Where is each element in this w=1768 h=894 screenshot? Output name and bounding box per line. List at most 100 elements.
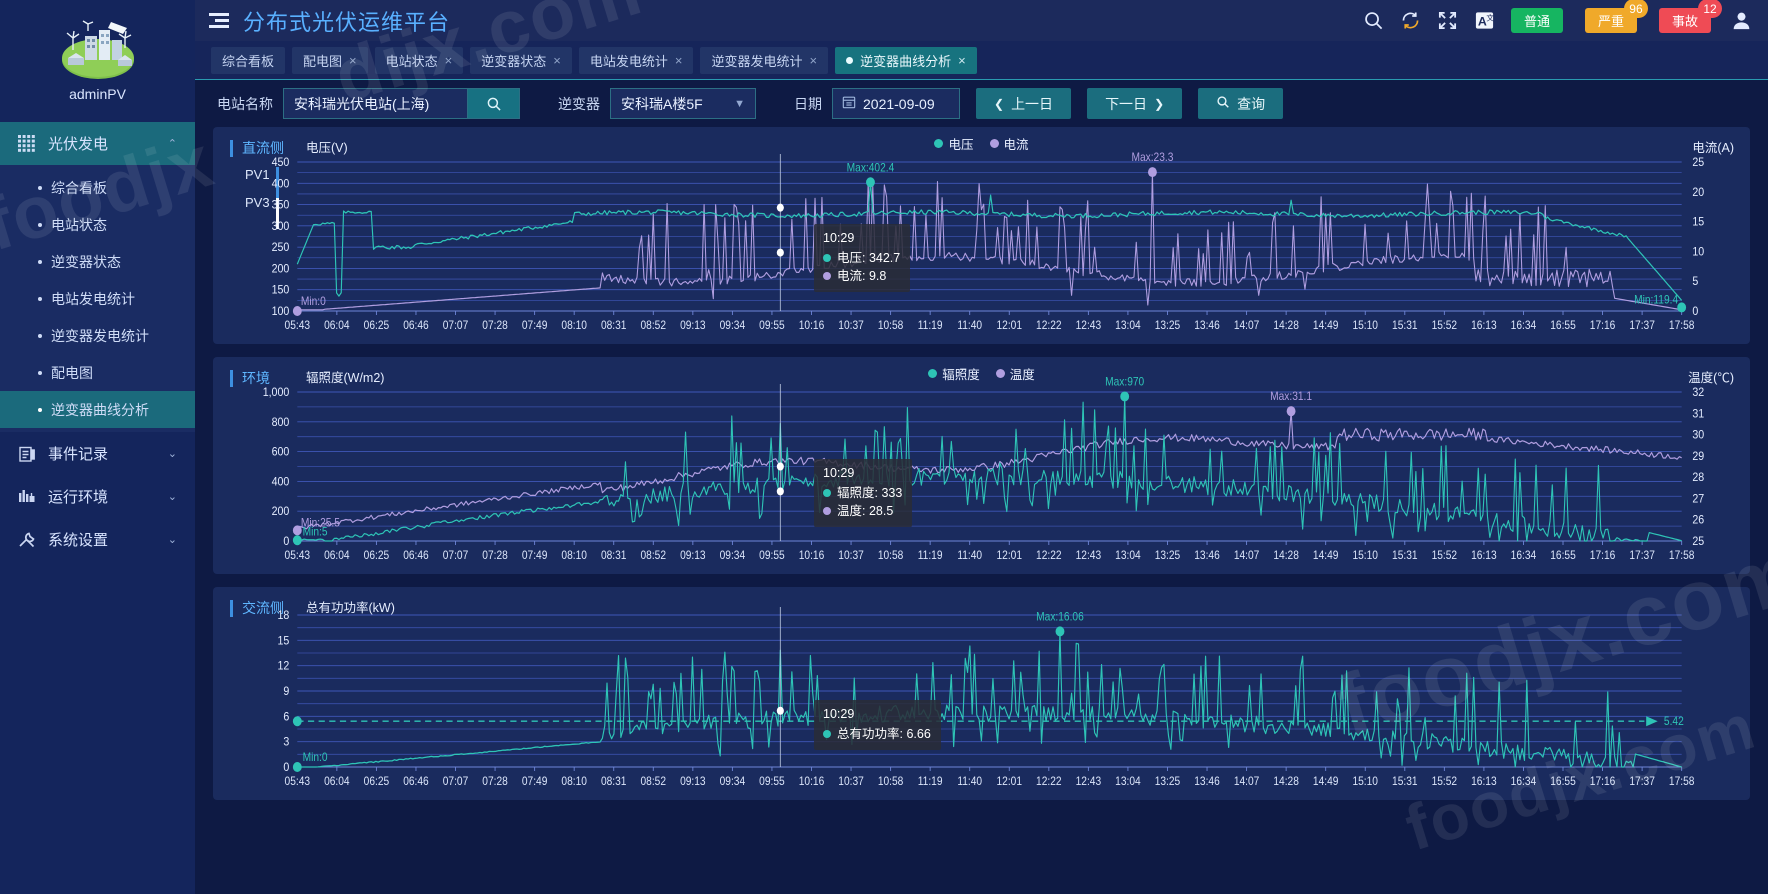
fullscreen-icon[interactable] bbox=[1437, 10, 1458, 31]
next-day-button[interactable]: 下一日 ❯ bbox=[1087, 88, 1183, 119]
status-pill-0[interactable]: 普通 bbox=[1510, 8, 1563, 33]
date-input[interactable]: 2021-09-09 bbox=[832, 88, 960, 119]
close-icon[interactable]: × bbox=[958, 54, 966, 67]
close-icon[interactable]: × bbox=[445, 54, 453, 67]
tab-5[interactable]: 逆变器发电统计 × bbox=[700, 46, 829, 74]
svg-text:13:46: 13:46 bbox=[1194, 549, 1220, 562]
close-icon[interactable]: × bbox=[809, 54, 817, 67]
svg-text:0: 0 bbox=[283, 535, 289, 548]
svg-text:400: 400 bbox=[272, 476, 290, 489]
user-avatar-icon[interactable] bbox=[1731, 10, 1752, 31]
svg-text:9: 9 bbox=[283, 685, 289, 698]
sidebar-item-3[interactable]: 电站发电统计 bbox=[0, 280, 195, 317]
sidebar-item-1[interactable]: 电站状态 bbox=[0, 206, 195, 243]
sidebar-item-6[interactable]: 逆变器曲线分析 bbox=[0, 391, 195, 428]
bullet-icon bbox=[38, 185, 42, 190]
svg-text:Min:0: Min:0 bbox=[303, 751, 328, 764]
svg-text:16:13: 16:13 bbox=[1471, 549, 1497, 562]
sidebar-item-5[interactable]: 配电图 bbox=[0, 354, 195, 391]
hamburger-icon[interactable] bbox=[209, 13, 229, 28]
svg-text:13:04: 13:04 bbox=[1115, 775, 1141, 788]
svg-text:28: 28 bbox=[1692, 472, 1704, 485]
svg-text:17:58: 17:58 bbox=[1669, 319, 1695, 332]
tab-3[interactable]: 逆变器状态 × bbox=[470, 46, 572, 74]
search-icon[interactable] bbox=[1363, 10, 1384, 31]
sidebar-group-3[interactable]: 系统设置 ⌄ bbox=[0, 518, 195, 561]
sidebar-item-4[interactable]: 逆变器发电统计 bbox=[0, 317, 195, 354]
close-icon[interactable]: × bbox=[553, 54, 561, 67]
tab-1[interactable]: 配电图 × bbox=[292, 46, 368, 74]
translate-icon[interactable]: A 文 bbox=[1474, 10, 1495, 31]
svg-text:16:55: 16:55 bbox=[1550, 319, 1576, 332]
svg-text:08:10: 08:10 bbox=[561, 319, 587, 332]
svg-text:07:49: 07:49 bbox=[522, 319, 548, 332]
svg-text:16:55: 16:55 bbox=[1550, 775, 1576, 788]
page-title: 分布式光伏运维平台 bbox=[243, 9, 451, 35]
tab-2[interactable]: 电站状态 × bbox=[374, 46, 464, 74]
status-badge: 96 bbox=[1623, 0, 1648, 18]
tabbar: 综合看板 配电图 × 电站状态 × 逆变器状态 × 电站发电统计 × 逆变器发电统计 × 逆变器曲线分… bbox=[195, 41, 1768, 80]
status-pill-1[interactable]: 严重 96 bbox=[1584, 0, 1648, 33]
svg-text:16:55: 16:55 bbox=[1550, 549, 1576, 562]
refresh-icon[interactable] bbox=[1400, 10, 1421, 31]
tab-0[interactable]: 综合看板 bbox=[211, 46, 286, 74]
svg-text:0: 0 bbox=[1692, 305, 1698, 318]
svg-text:12:01: 12:01 bbox=[997, 549, 1023, 562]
station-input[interactable] bbox=[283, 88, 468, 119]
svg-text:12:01: 12:01 bbox=[997, 319, 1023, 332]
svg-text:12:22: 12:22 bbox=[1036, 549, 1062, 562]
brand-name: adminPV bbox=[69, 86, 126, 102]
next-day-label: 下一日 bbox=[1105, 95, 1148, 112]
sidebar-item-2[interactable]: 逆变器状态 bbox=[0, 243, 195, 280]
svg-text:17:16: 17:16 bbox=[1590, 775, 1616, 788]
svg-text:300: 300 bbox=[272, 220, 290, 233]
bullet-icon bbox=[38, 333, 42, 338]
topbar-actions: A 文 普通 严重 96 事故 12 bbox=[1363, 0, 1752, 33]
sidebar-group-2[interactable]: 运行环境 ⌄ bbox=[0, 475, 195, 518]
svg-text:14:28: 14:28 bbox=[1273, 319, 1299, 332]
svg-text:26: 26 bbox=[1692, 514, 1704, 527]
close-icon[interactable]: × bbox=[349, 54, 357, 67]
svg-text:12:22: 12:22 bbox=[1036, 319, 1062, 332]
svg-text:10:58: 10:58 bbox=[878, 775, 904, 788]
status-pill-2[interactable]: 事故 12 bbox=[1658, 0, 1722, 33]
svg-text:18: 18 bbox=[277, 609, 289, 622]
prev-day-button[interactable]: ❮ 上一日 bbox=[976, 88, 1072, 119]
svg-text:14:07: 14:07 bbox=[1234, 319, 1260, 332]
svg-text:30: 30 bbox=[1692, 429, 1704, 442]
sidebar-item-0[interactable]: 综合看板 bbox=[0, 169, 195, 206]
grid-icon bbox=[18, 134, 36, 153]
chevron-down-icon: ▼ bbox=[734, 97, 745, 110]
svg-text:27: 27 bbox=[1692, 493, 1704, 506]
sidebar-group-1[interactable]: 事件记录 ⌄ bbox=[0, 432, 195, 475]
query-button[interactable]: 查询 bbox=[1198, 88, 1284, 119]
svg-text:3: 3 bbox=[283, 736, 289, 749]
tab-label: 逆变器曲线分析 bbox=[860, 53, 952, 69]
svg-text:31: 31 bbox=[1692, 408, 1704, 421]
tab-4[interactable]: 电站发电统计 × bbox=[578, 46, 694, 74]
tab-label: 逆变器发电统计 bbox=[711, 53, 803, 69]
svg-text:15:52: 15:52 bbox=[1432, 775, 1458, 788]
tab-6[interactable]: 逆变器曲线分析 × bbox=[835, 46, 977, 74]
close-icon[interactable]: × bbox=[675, 54, 683, 67]
svg-text:1,000: 1,000 bbox=[263, 386, 290, 399]
svg-text:14:49: 14:49 bbox=[1313, 775, 1339, 788]
station-search-button[interactable] bbox=[468, 88, 520, 119]
sidebar-group-label: 运行环境 bbox=[48, 489, 109, 506]
svg-text:11:40: 11:40 bbox=[957, 549, 982, 562]
svg-text:10: 10 bbox=[1692, 246, 1704, 259]
svg-text:6: 6 bbox=[283, 711, 289, 724]
inverter-select[interactable]: 安科瑞A楼5F ▼ bbox=[610, 88, 756, 119]
status-pill-label: 严重 bbox=[1597, 14, 1624, 29]
tab-label: 配电图 bbox=[303, 53, 343, 69]
svg-text:08:31: 08:31 bbox=[601, 549, 627, 562]
svg-text:14:49: 14:49 bbox=[1313, 549, 1339, 562]
svg-text:800: 800 bbox=[272, 416, 290, 429]
svg-text:20: 20 bbox=[1692, 186, 1704, 199]
svg-text:06:25: 06:25 bbox=[364, 549, 390, 562]
svg-text:200: 200 bbox=[272, 506, 290, 519]
inverter-label: 逆变器 bbox=[558, 95, 600, 112]
sidebar-group-0[interactable]: 光伏发电 ⌃ bbox=[0, 122, 195, 165]
svg-text:25: 25 bbox=[1692, 156, 1704, 169]
svg-text:450: 450 bbox=[272, 156, 290, 169]
